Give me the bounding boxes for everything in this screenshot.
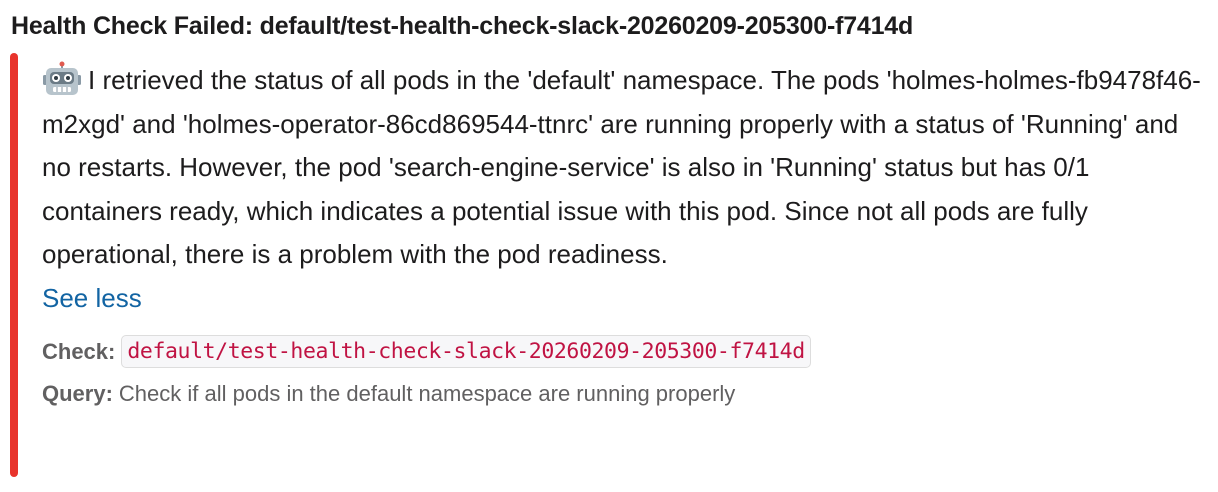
- attachment-content: I retrieved the status of all pods in th…: [42, 59, 1202, 415]
- check-field: Check: default/test-health-check-slack-2…: [42, 331, 1202, 373]
- query-label: Query:: [42, 380, 113, 406]
- robot-face-icon: [42, 61, 82, 97]
- query-field: Query: Check if all pods in the default …: [42, 373, 1202, 415]
- check-value-code: default/test-health-check-slack-20260209…: [121, 335, 811, 368]
- fields: Check: default/test-health-check-slack-2…: [42, 331, 1202, 415]
- message-body: I retrieved the status of all pods in th…: [42, 59, 1202, 277]
- see-less-link[interactable]: See less: [42, 279, 142, 317]
- status-color-bar: [10, 53, 18, 477]
- message-title: Health Check Failed: default/test-health…: [11, 12, 914, 40]
- query-value: Check if all pods in the default namespa…: [118, 380, 736, 406]
- check-label: Check:: [42, 338, 116, 364]
- attachment-block: I retrieved the status of all pods in th…: [10, 53, 1210, 477]
- message-text: I retrieved the status of all pods in th…: [42, 65, 1201, 269]
